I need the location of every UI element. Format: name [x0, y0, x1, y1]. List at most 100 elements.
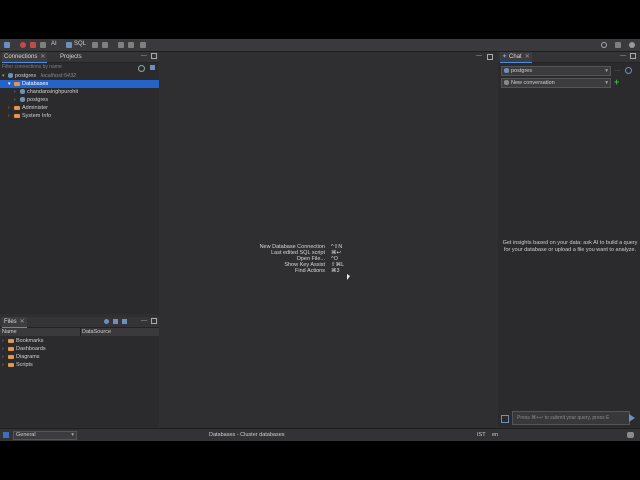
main-toolbar: AI SQL	[0, 39, 640, 52]
maximize-icon[interactable]	[487, 54, 493, 60]
commit-icon[interactable]	[40, 42, 46, 48]
connection-select[interactable]: postgres ▾	[501, 66, 611, 76]
link-icon[interactable]	[150, 65, 155, 70]
folder-icon	[14, 81, 20, 86]
files-item-diagrams[interactable]: › Diagrams	[0, 353, 159, 361]
conversation-select-value: New conversation	[511, 80, 555, 86]
folder-icon	[14, 113, 20, 118]
chevron-down-icon: ▾	[605, 68, 608, 74]
tab-chat[interactable]: ✦ Chat ✕	[500, 52, 532, 63]
files-item-dashboards[interactable]: › Dashboards	[0, 345, 159, 353]
tab-connections[interactable]: Connections ✕	[2, 52, 48, 63]
history-icon[interactable]	[102, 42, 108, 48]
status-center-text: Databases - Cluster databases	[209, 432, 285, 438]
files-tabbar: Files ✕ —	[0, 317, 159, 328]
new-conversation-plus-icon[interactable]: +	[614, 77, 619, 87]
column-name[interactable]: Name	[2, 328, 17, 336]
maximize-icon[interactable]	[151, 53, 157, 59]
link-icon[interactable]	[113, 319, 118, 324]
account-icon[interactable]	[629, 42, 635, 48]
refresh-icon[interactable]	[118, 42, 124, 48]
search-icon[interactable]	[601, 42, 607, 48]
stop-icon[interactable]	[30, 42, 36, 48]
connection-host: localhost:5432	[40, 73, 77, 79]
add-icon[interactable]	[122, 319, 127, 324]
tree-db-postgres[interactable]: › postgres	[0, 96, 159, 104]
send-icon[interactable]	[629, 414, 635, 422]
folder-icon	[8, 338, 14, 343]
settings-icon[interactable]	[104, 319, 109, 324]
databases-label: Databases	[22, 81, 49, 87]
minimize-icon[interactable]: —	[476, 53, 482, 59]
perspective-select[interactable]: General ▾	[13, 431, 77, 440]
close-icon[interactable]: ✕	[40, 54, 45, 60]
perspective-icon[interactable]	[615, 42, 621, 48]
files-item-bookmarks[interactable]: › Bookmarks	[0, 337, 159, 345]
connection-filter-input[interactable]: Filter connections by name	[2, 64, 132, 71]
tree-databases[interactable]: ▾ Databases	[0, 80, 159, 88]
chat-input[interactable]: Press ⌘+↩ to submit your query, press E	[512, 411, 630, 425]
minimize-icon[interactable]: —	[620, 53, 626, 59]
sql-editor-icon[interactable]	[66, 42, 72, 48]
notifications-icon[interactable]	[627, 432, 634, 438]
tree-administer[interactable]: › Administer	[0, 104, 159, 112]
files-item-label: Bookmarks	[16, 338, 44, 344]
hint-find-actions: Find Actions	[295, 268, 325, 274]
filter-icon[interactable]	[138, 65, 145, 72]
maximize-icon[interactable]	[630, 53, 636, 59]
navigator-tabbar: Connections ✕ Projects —	[0, 52, 159, 63]
settings-icon[interactable]	[625, 67, 632, 74]
tree-db-chandansinghpurohit[interactable]: › chandansinghpurohit	[0, 88, 159, 96]
connection-select-value: postgres	[511, 68, 533, 74]
disconnect-icon[interactable]	[20, 42, 26, 48]
settings-icon[interactable]	[128, 42, 134, 48]
editor-area: —	[162, 52, 496, 427]
locale-label[interactable]: en	[492, 432, 498, 438]
database-icon	[20, 89, 25, 95]
ai-button[interactable]: AI	[51, 41, 57, 47]
conversation-icon	[504, 80, 509, 86]
tab-projects[interactable]: Projects	[58, 52, 84, 62]
chevron-down-icon: ▾	[605, 80, 608, 86]
tree-system-info[interactable]: › System Info	[0, 112, 159, 120]
column-datasource[interactable]: DataSource	[82, 328, 111, 336]
timezone-label[interactable]: IST	[477, 432, 486, 438]
new-connection-icon[interactable]	[4, 42, 10, 48]
postgres-elephant-icon	[8, 73, 13, 79]
connection-name: postgres	[15, 73, 37, 79]
db-name: postgres	[27, 97, 49, 103]
tree-connection-postgres[interactable]: ▾ postgres localhost:5432	[0, 72, 159, 80]
minimize-icon[interactable]: —	[141, 53, 147, 59]
files-panel: Files ✕ — Name DataSource › Bookmarks › Das…	[0, 317, 159, 427]
close-icon[interactable]: ✕	[20, 319, 25, 325]
attach-file-icon[interactable]	[501, 415, 509, 423]
folder-icon	[8, 354, 14, 359]
tab-files-label: Files	[4, 319, 17, 325]
ai-icon: ✦	[502, 54, 508, 60]
system-info-label: System Info	[22, 113, 52, 119]
administer-label: Administer	[22, 105, 48, 111]
ai-chat-panel: ✦ Chat ✕ — postgres ▾ ⋯ New conversation ▾…	[498, 52, 640, 427]
folder-icon	[8, 362, 14, 367]
maximize-icon[interactable]	[151, 318, 157, 324]
conversation-select[interactable]: New conversation ▾	[501, 78, 611, 88]
close-icon[interactable]: ✕	[525, 54, 530, 60]
database-navigator: Connections ✕ Projects — Filter connectio…	[0, 52, 159, 314]
files-item-label: Diagrams	[16, 354, 40, 360]
files-item-label: Scripts	[16, 362, 33, 368]
tab-connections-label: Connections	[4, 54, 38, 60]
transaction-icon[interactable]	[92, 42, 98, 48]
sql-button[interactable]: SQL	[74, 41, 86, 47]
tab-files[interactable]: Files ✕	[2, 317, 27, 328]
files-header: Name DataSource	[0, 328, 159, 336]
more-icon[interactable]: ⋯	[615, 68, 620, 74]
files-item-label: Dashboards	[16, 346, 46, 352]
dbeaver-window: AI SQL Connections ✕ Projects — Filter co…	[0, 39, 640, 441]
perspective-icon[interactable]	[3, 432, 9, 438]
minimize-icon[interactable]: —	[141, 318, 147, 324]
tab-projects-label: Projects	[60, 54, 82, 60]
chat-tabbar: ✦ Chat ✕ —	[498, 52, 640, 63]
status-bar: General ▾ Databases - Cluster databases …	[0, 428, 640, 441]
export-icon[interactable]	[140, 42, 146, 48]
files-item-scripts[interactable]: › Scripts	[0, 361, 159, 369]
